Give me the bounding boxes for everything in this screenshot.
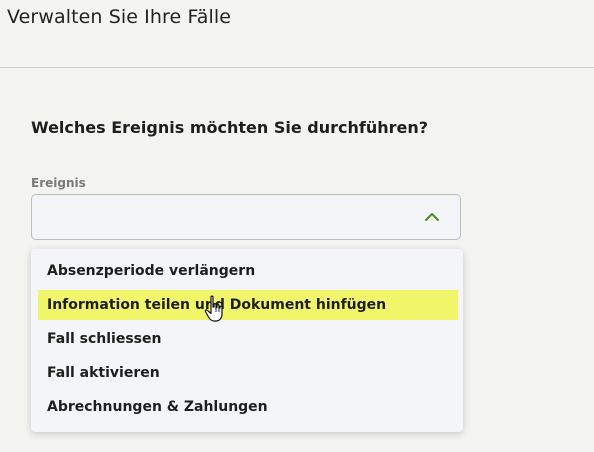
chevron-up-icon — [425, 213, 439, 221]
event-dropdown-list: Absenzperiode verlängern Information tei… — [31, 249, 463, 432]
option-fall-aktivieren[interactable]: Fall aktivieren — [38, 358, 458, 388]
option-abrechnungen-zahlungen[interactable]: Abrechnungen & Zahlungen — [38, 392, 458, 422]
header-divider — [0, 67, 594, 68]
option-absenzperiode-verlaengern[interactable]: Absenzperiode verlängern — [38, 256, 458, 286]
option-information-teilen[interactable]: Information teilen und Dokument hinfügen — [38, 290, 458, 320]
hand-pointer-icon — [204, 295, 223, 322]
page: Verwalten Sie Ihre Fälle Welches Ereigni… — [0, 0, 594, 452]
event-select[interactable] — [31, 194, 461, 240]
event-question-heading: Welches Ereignis möchten Sie durchführen… — [31, 118, 429, 137]
event-field-label: Ereignis — [31, 176, 86, 190]
option-fall-schliessen[interactable]: Fall schliessen — [38, 324, 458, 354]
page-title: Verwalten Sie Ihre Fälle — [7, 6, 232, 28]
